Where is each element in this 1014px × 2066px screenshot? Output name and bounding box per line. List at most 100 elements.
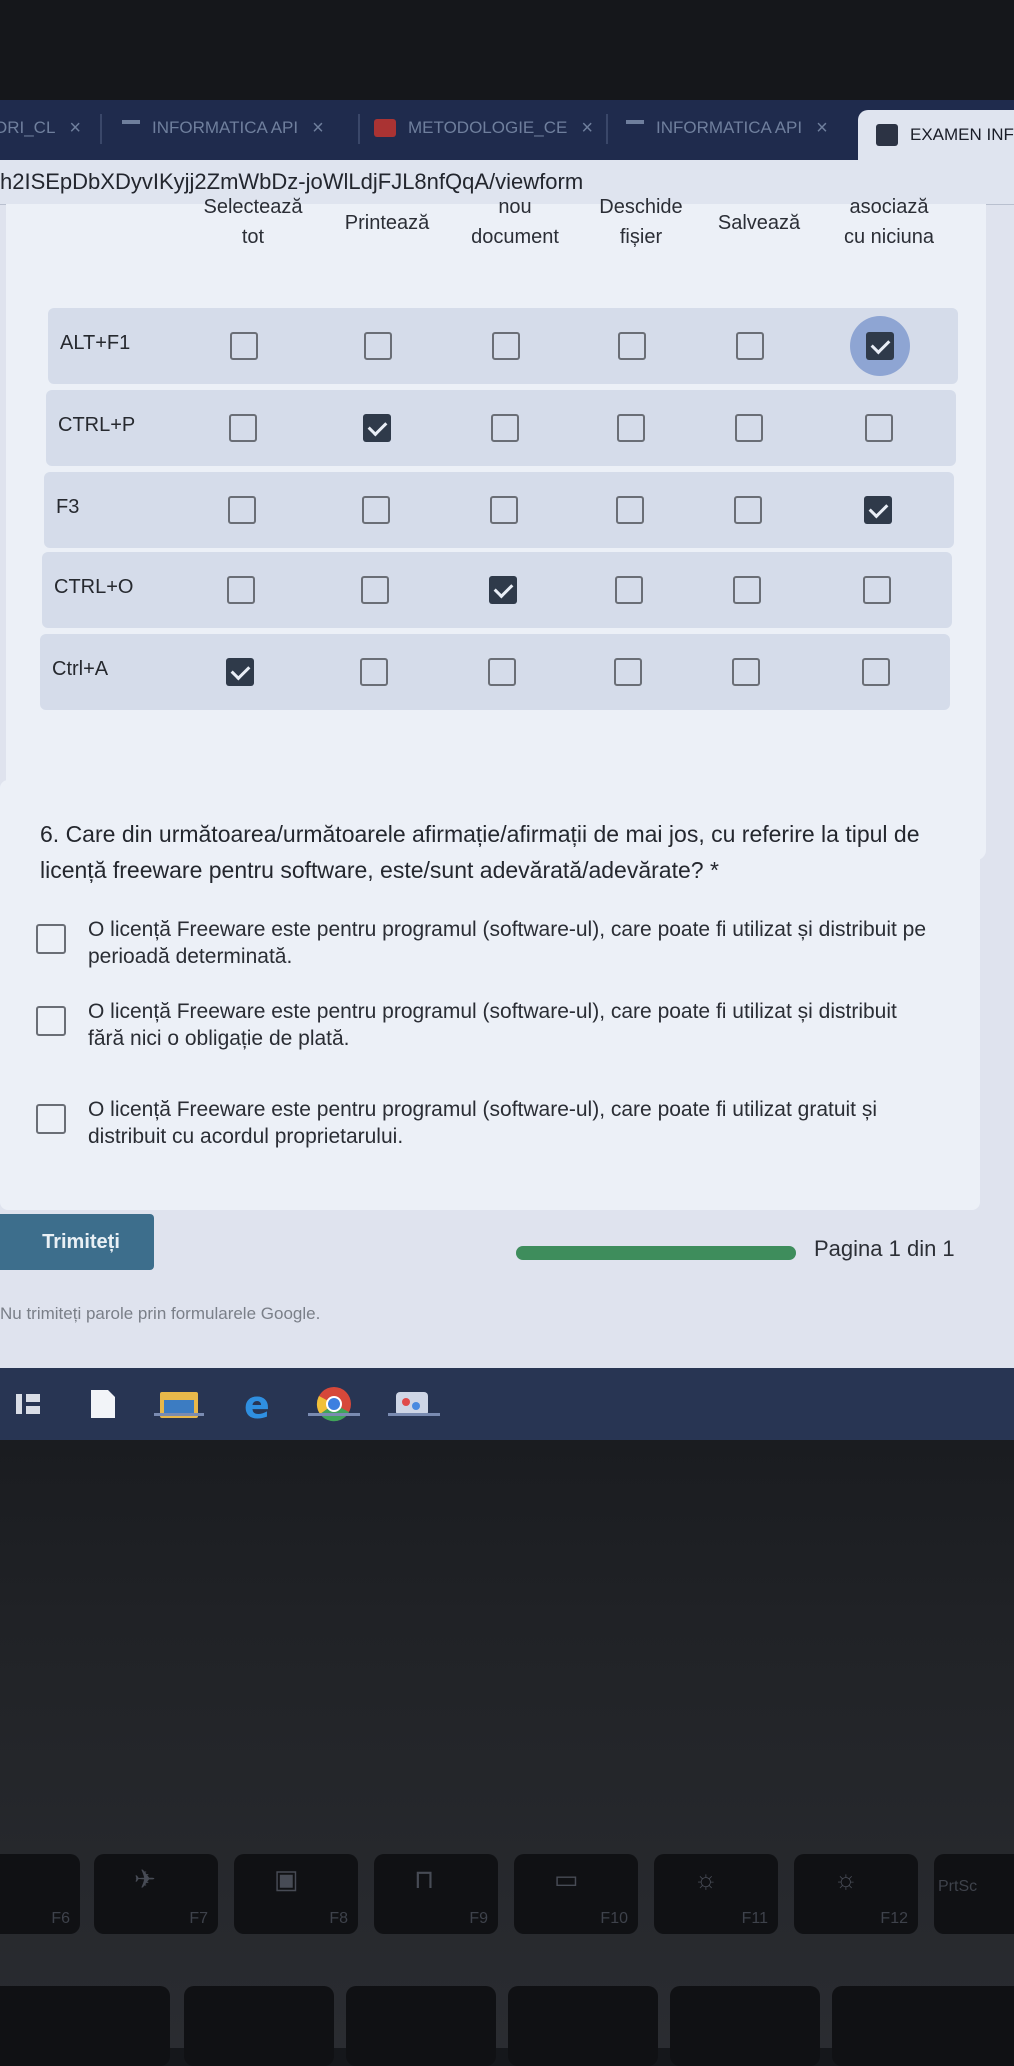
grid-checkbox[interactable] <box>362 496 390 524</box>
progress-bar <box>516 1246 796 1260</box>
tab-label: EXAMEN INF <box>910 125 1014 144</box>
grid-checkbox[interactable] <box>491 414 519 442</box>
tab-label: ORI_CL <box>0 118 56 137</box>
grid-column-header: Selectează tot <box>188 192 318 252</box>
grid-column-header: Printează <box>322 208 452 238</box>
grid-row: F3 <box>44 472 954 548</box>
grid-checkbox[interactable] <box>492 332 520 360</box>
brightness-down-icon: ☼ <box>694 1864 718 1894</box>
grid-checkbox[interactable] <box>230 332 258 360</box>
active-indicator <box>388 1413 440 1416</box>
grid-checkbox[interactable] <box>732 658 760 686</box>
grid-checkbox[interactable] <box>360 658 388 686</box>
key-f11: ☼ F11 <box>654 1854 778 1934</box>
tab-1[interactable]: ORI_CL × <box>0 104 86 152</box>
key-f8: ▣ F8 <box>234 1854 358 1934</box>
header-line: Selectează <box>203 196 303 218</box>
grid-checkbox[interactable] <box>863 576 891 604</box>
page-indicator: Pagina 1 din 1 <box>814 1236 955 1261</box>
grid-checkbox[interactable] <box>490 496 518 524</box>
grid-checkbox[interactable] <box>617 414 645 442</box>
grid-checkbox[interactable] <box>616 496 644 524</box>
key-f9: ⊓ F9 <box>374 1854 498 1934</box>
tab-4[interactable]: INFORMATICA API × <box>626 104 850 152</box>
key <box>0 1986 170 2066</box>
grid-question-card: Selectează tot Printează nou document Deschid… <box>6 196 986 860</box>
forms-icon <box>626 120 644 136</box>
header-line: Salvează <box>717 212 801 234</box>
lock-icon: ⊓ <box>414 1864 435 1894</box>
grid-checkbox[interactable] <box>614 658 642 686</box>
grid-checkbox[interactable] <box>862 658 890 686</box>
key <box>670 1986 820 2066</box>
taskbar: e <box>0 1368 1014 1440</box>
header-line: Deschide <box>599 196 683 218</box>
grid-checkbox-checked[interactable] <box>489 576 517 604</box>
close-icon[interactable]: × <box>312 117 324 140</box>
close-icon[interactable]: × <box>69 117 81 140</box>
laptop-screen: ORI_CL × INFORMATICA API × METODOLOGIE_C… <box>0 100 1014 1440</box>
browser-tab-bar: ORI_CL × INFORMATICA API × METODOLOGIE_C… <box>0 100 1014 160</box>
grid-checkbox-checked[interactable] <box>866 332 894 360</box>
chrome-icon[interactable] <box>308 1384 360 1424</box>
close-icon[interactable]: × <box>816 117 828 140</box>
key-f7: ✈ F7 <box>94 1854 218 1934</box>
grid-column-header: Salvează <box>694 208 824 238</box>
key-f12: ☼ F12 <box>794 1854 918 1934</box>
task-view-icon[interactable] <box>14 1384 44 1424</box>
option-checkbox[interactable] <box>36 924 66 954</box>
header-line: asociază <box>849 196 929 218</box>
tab-label: INFORMATICA API <box>152 118 299 137</box>
grid-checkbox[interactable] <box>736 332 764 360</box>
close-icon[interactable]: × <box>581 117 593 140</box>
tab-label: METODOLOGIE_CE <box>408 118 568 137</box>
grid-checkbox[interactable] <box>734 496 762 524</box>
option-label: O licență Freeware este pentru programul… <box>88 1000 897 1050</box>
svg-text:e: e <box>244 1384 270 1424</box>
tab-3[interactable]: METODOLOGIE_CE × <box>374 104 598 152</box>
option-checkbox[interactable] <box>36 1104 66 1134</box>
grid-checkbox[interactable] <box>227 576 255 604</box>
key-f6: F6 <box>0 1854 80 1934</box>
grid-checkbox-checked[interactable] <box>226 658 254 686</box>
camera-icon: ▣ <box>274 1864 299 1894</box>
password-disclaimer: Nu trimiteți parole prin formularele Goo… <box>0 1304 321 1323</box>
grid-checkbox[interactable] <box>229 414 257 442</box>
grid-row-label: CTRL+O <box>54 576 134 598</box>
edge-icon[interactable]: e <box>240 1383 280 1427</box>
url-text: h2ISEpDbXDyvIKyjj2ZmWbDz-joWlLdjFJL8nfQq… <box>0 169 584 194</box>
header-line: nou <box>498 196 532 218</box>
grid-column-header: asociază cu niciuna <box>824 192 954 252</box>
grid-row-label: Ctrl+A <box>52 658 109 680</box>
paint-icon[interactable] <box>388 1384 440 1424</box>
grid-row-label: ALT+F1 <box>60 332 131 354</box>
grid-checkbox-checked[interactable] <box>864 496 892 524</box>
grid-checkbox[interactable] <box>488 658 516 686</box>
tab-separator <box>100 114 102 144</box>
forms-icon <box>876 124 898 146</box>
tab-2[interactable]: INFORMATICA API × <box>122 104 342 152</box>
grid-checkbox[interactable] <box>618 332 646 360</box>
tab-active[interactable]: EXAMEN INF <box>858 110 1014 160</box>
key <box>508 1986 658 2066</box>
active-indicator <box>154 1413 204 1416</box>
grid-checkbox[interactable] <box>615 576 643 604</box>
active-indicator <box>308 1413 360 1416</box>
header-line: tot <box>241 226 265 248</box>
option-checkbox[interactable] <box>36 1006 66 1036</box>
grid-column-header: nou document <box>450 192 580 252</box>
grid-row: CTRL+O <box>42 552 952 628</box>
file-explorer-icon[interactable] <box>154 1384 204 1424</box>
grid-checkbox[interactable] <box>865 414 893 442</box>
notepad-icon[interactable] <box>88 1384 118 1424</box>
grid-checkbox-checked[interactable] <box>363 414 391 442</box>
grid-checkbox[interactable] <box>364 332 392 360</box>
submit-button[interactable]: Trimiteți <box>0 1214 154 1270</box>
grid-checkbox[interactable] <box>361 576 389 604</box>
key-f10: ▭ F10 <box>514 1854 638 1934</box>
forms-icon <box>122 120 140 136</box>
grid-checkbox[interactable] <box>733 576 761 604</box>
grid-row: ALT+F1 <box>48 308 958 384</box>
grid-checkbox[interactable] <box>228 496 256 524</box>
grid-checkbox[interactable] <box>735 414 763 442</box>
